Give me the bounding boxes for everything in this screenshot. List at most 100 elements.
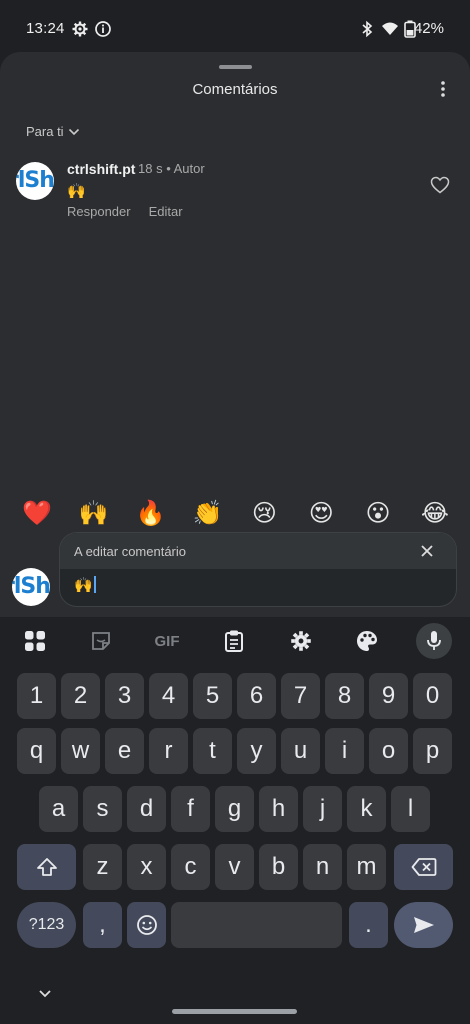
sheet-title: Comentários (192, 81, 278, 98)
apps-grid-icon[interactable] (18, 627, 52, 655)
comment-input-value: 🙌 (74, 577, 93, 594)
backspace-key[interactable] (394, 844, 453, 890)
key-e[interactable]: e (105, 728, 144, 774)
clipboard-icon[interactable] (217, 627, 251, 655)
keyboard-settings-icon[interactable] (284, 627, 318, 655)
more-options-icon[interactable] (434, 79, 452, 99)
key-u[interactable]: u (281, 728, 320, 774)
shift-key[interactable] (17, 844, 76, 890)
like-heart-icon[interactable] (430, 176, 450, 194)
symbols-key[interactable]: ?123 (17, 902, 76, 948)
comment-author[interactable]: ctrlshift.pt (67, 161, 135, 177)
editing-banner: A editar comentário (60, 533, 456, 569)
key-y[interactable]: y (237, 728, 276, 774)
key-3[interactable]: 3 (105, 673, 144, 719)
status-bar: 13:24 42% (0, 0, 470, 58)
wifi-icon (382, 22, 398, 35)
edit-button[interactable]: Editar (149, 204, 183, 219)
shift-icon (36, 858, 57, 876)
smiley-icon (136, 915, 157, 935)
mic-icon (427, 631, 441, 650)
key-r[interactable]: r (149, 728, 188, 774)
sticker-icon[interactable] (84, 627, 118, 655)
avatar-logo: rlSh (12, 574, 50, 599)
comment-actions: Responder Editar (67, 204, 183, 219)
key-v[interactable]: v (215, 844, 254, 890)
key-7[interactable]: 7 (281, 673, 320, 719)
key-k[interactable]: k (347, 786, 386, 832)
key-c[interactable]: c (171, 844, 210, 890)
key-i[interactable]: i (325, 728, 364, 774)
key-z[interactable]: z (83, 844, 122, 890)
period-key[interactable]: . (349, 902, 388, 948)
comment-meta: 18 s • Autor (138, 161, 205, 176)
comment-input[interactable]: 🙌 (74, 576, 96, 594)
key-d[interactable]: d (127, 786, 166, 832)
key-b[interactable]: b (259, 844, 298, 890)
editing-label: A editar comentário (74, 544, 187, 559)
reply-button[interactable]: Responder (67, 204, 131, 219)
key-n[interactable]: n (303, 844, 342, 890)
key-x[interactable]: x (127, 844, 166, 890)
emoji-quick-bar: ❤️ 🙌 🔥 👏 😢 😍 😮 😂 (16, 497, 456, 531)
settings-icon (72, 21, 88, 37)
emoji-key[interactable] (127, 902, 166, 948)
key-s[interactable]: s (83, 786, 122, 832)
key-t[interactable]: t (193, 728, 232, 774)
comment-time: 18 s (138, 161, 163, 176)
key-j[interactable]: j (303, 786, 342, 832)
bluetooth-icon (362, 20, 373, 38)
emoji-laughing[interactable]: 😂 (414, 497, 456, 531)
sort-label: Para ti (26, 124, 64, 139)
text-caret (93, 576, 96, 593)
keyboard-hide-chevron-icon[interactable] (38, 989, 52, 999)
send-key[interactable] (394, 902, 453, 948)
palette-icon[interactable] (350, 627, 384, 655)
composer-avatar: rlSh (12, 568, 50, 606)
emoji-heart-eyes[interactable]: 😍 (300, 497, 342, 531)
comment-avatar[interactable]: rlSh (16, 162, 54, 200)
comment-composer[interactable]: A editar comentário 🙌 (59, 532, 457, 607)
emoji-fire[interactable]: 🔥 (130, 497, 172, 531)
key-5[interactable]: 5 (193, 673, 232, 719)
key-2[interactable]: 2 (61, 673, 100, 719)
avatar-logo: rlSh (16, 168, 54, 193)
sort-dropdown[interactable]: Para ti (26, 124, 80, 139)
info-icon (95, 21, 111, 37)
emoji-heart[interactable]: ❤️ (16, 497, 58, 531)
comma-key[interactable]: , (83, 902, 122, 948)
key-p[interactable]: p (413, 728, 452, 774)
key-4[interactable]: 4 (149, 673, 188, 719)
key-0[interactable]: 0 (413, 673, 452, 719)
battery-percentage: 42% (413, 20, 444, 37)
comment-role: Autor (173, 161, 205, 176)
drag-handle[interactable] (219, 65, 252, 69)
send-icon (413, 917, 434, 933)
key-a[interactable]: a (39, 786, 78, 832)
emoji-surprised[interactable]: 😮 (357, 497, 399, 531)
space-key[interactable] (171, 902, 342, 948)
mic-button[interactable] (416, 623, 452, 659)
soft-keyboard: GIF 1 2 3 4 5 6 7 8 9 0 q w e r t y u i … (0, 617, 470, 1024)
key-m[interactable]: m (347, 844, 386, 890)
key-h[interactable]: h (259, 786, 298, 832)
emoji-raised-hands[interactable]: 🙌 (73, 497, 115, 531)
key-f[interactable]: f (171, 786, 210, 832)
backspace-icon (411, 858, 436, 876)
close-icon[interactable] (420, 544, 434, 558)
key-6[interactable]: 6 (237, 673, 276, 719)
key-1[interactable]: 1 (17, 673, 56, 719)
chevron-down-icon (68, 128, 79, 135)
key-q[interactable]: q (17, 728, 56, 774)
gif-button[interactable]: GIF (150, 627, 184, 655)
key-8[interactable]: 8 (325, 673, 364, 719)
emoji-crying[interactable]: 😢 (243, 497, 285, 531)
emoji-clap[interactable]: 👏 (187, 497, 229, 531)
key-o[interactable]: o (369, 728, 408, 774)
key-l[interactable]: l (391, 786, 430, 832)
status-time: 13:24 (26, 20, 65, 37)
key-g[interactable]: g (215, 786, 254, 832)
gesture-nav-pill[interactable] (172, 1009, 297, 1014)
key-9[interactable]: 9 (369, 673, 408, 719)
key-w[interactable]: w (61, 728, 100, 774)
